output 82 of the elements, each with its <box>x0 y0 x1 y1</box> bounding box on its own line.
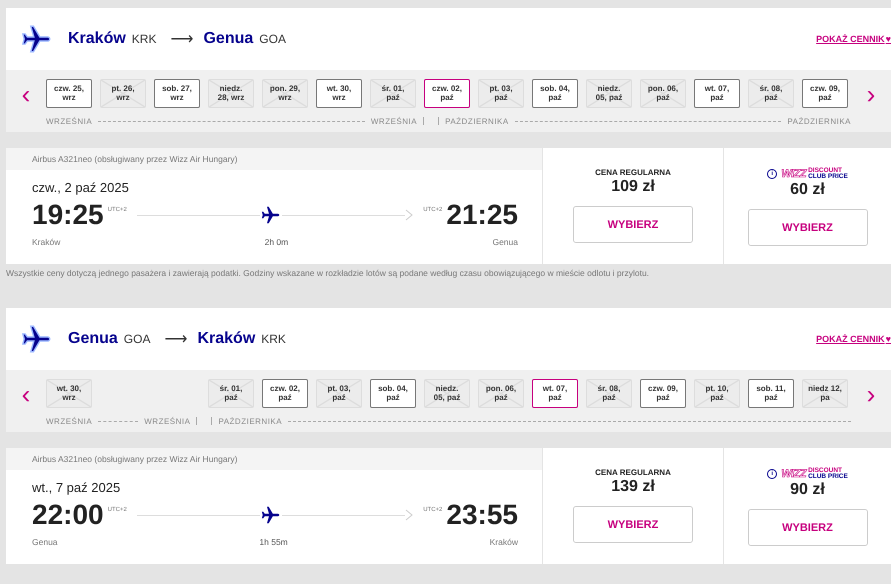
origin-city: Kraków <box>68 30 126 48</box>
date-tile[interactable]: pon. 29, wrz <box>262 79 308 108</box>
departure-city: Kraków <box>32 237 60 247</box>
date-tile[interactable]: niedz. 28, wrz <box>208 79 254 108</box>
destination-city: Kraków <box>197 330 256 348</box>
month-label: PAŹDZIERNIKA <box>218 416 282 426</box>
next-button[interactable]: › <box>851 380 891 406</box>
departure-city: Genua <box>32 537 58 547</box>
date-tile[interactable]: czw. 09, paź <box>802 79 848 108</box>
destination-city: Genua <box>203 30 254 48</box>
arrival-time: 23:55 <box>446 499 518 531</box>
date-tile[interactable]: sob. 27, wrz <box>154 79 200 108</box>
arrival-city: Genua <box>492 237 518 247</box>
date-tile[interactable]: wt. 30, wrz <box>316 79 362 108</box>
month-label: PAŹDZIERNIKA <box>445 116 509 126</box>
flight-date: czw., 2 paź 2025 <box>32 180 130 195</box>
date-tile[interactable]: pt. 03, paź <box>478 79 524 108</box>
aircraft-info: Airbus A321neo (obsługiwany przez Wizz Air Hungary) <box>6 148 542 170</box>
previous-button[interactable]: ‹ <box>6 80 46 106</box>
date-tile[interactable]: śr. 01, paź <box>370 79 416 108</box>
date-tile[interactable]: czw. 02, paź <box>262 379 308 408</box>
price-label: CENA REGULARNA <box>595 468 671 477</box>
date-tile[interactable]: śr. 01, paź <box>208 379 254 408</box>
flight-date: wt., 7 paź 2025 <box>32 480 122 495</box>
date-tile[interactable]: pt. 26, wrz <box>100 79 146 108</box>
club-price: 90 zł <box>790 481 825 500</box>
date-tile[interactable]: sob. 04, paź <box>370 379 416 408</box>
select-button[interactable]: WYBIERZ <box>748 209 868 246</box>
previous-button[interactable]: ‹ <box>6 380 46 406</box>
date-tile[interactable]: pt. 10, paź <box>694 379 740 408</box>
route-arrow: ⟶ <box>164 330 188 349</box>
airplane-icon <box>260 504 282 526</box>
select-button[interactable]: WYBIERZ <box>573 506 693 543</box>
date-tile[interactable]: pt. 03, paź <box>316 379 362 408</box>
regular-price: 109 zł <box>611 178 655 196</box>
wizz-logo: WIZZ <box>781 168 806 180</box>
date-tile[interactable]: sob. 11, paź <box>748 379 794 408</box>
heart-icon: ♥ <box>886 334 891 344</box>
arrival-city: Kraków <box>490 537 518 547</box>
month-label: WRZEŚNIA <box>144 416 190 426</box>
month-label: PAŹDZIERNIKA <box>787 116 851 126</box>
date-tile[interactable]: niedz 12, pa <box>802 379 848 408</box>
show-price-list-link[interactable]: POKAŻ CENNIK♥ <box>816 334 891 344</box>
date-tile[interactable]: sob. 04, paź <box>532 79 578 108</box>
select-button[interactable]: WYBIERZ <box>573 206 693 243</box>
price-label: CENA REGULARNA <box>595 168 671 177</box>
month-label: WRZEŚNIA <box>46 116 92 126</box>
date-tile[interactable]: pon. 06, paź <box>640 79 686 108</box>
flight-duration: 2h 0m <box>264 237 288 247</box>
date-tile[interactable]: czw. 09, paź <box>640 379 686 408</box>
regular-price: 139 zł <box>611 478 655 496</box>
date-tile[interactable]: czw. 02, paź <box>424 79 470 108</box>
arrival-time: 21:25 <box>446 199 518 231</box>
date-tile[interactable]: wt. 07, paź <box>694 79 740 108</box>
wizz-logo: WIZZ <box>781 468 806 480</box>
route-arrow: ⟶ <box>170 30 194 49</box>
origin-code: KRK <box>132 32 156 46</box>
airplane-icon <box>260 204 282 226</box>
price-note: Wszystkie ceny dotyczą jednego pasażera i zawierają podatki. Godziny wskazane w rozkładzie lotów są podane według czasu obowiązującego w mieście odlotu i przylotu. <box>6 268 650 278</box>
date-tile[interactable]: śr. 08, paź <box>748 79 794 108</box>
aircraft-info: Airbus A321neo (obsługiwany przez Wizz Air Hungary) <box>6 448 542 470</box>
month-label: WRZEŚNIA <box>46 416 92 426</box>
date-tile[interactable]: wt. 07, paź <box>532 379 578 408</box>
next-button[interactable]: › <box>851 80 891 106</box>
flight-duration: 1h 55m <box>259 537 288 547</box>
date-tile[interactable]: niedz. 05, paź <box>586 79 632 108</box>
date-tile[interactable]: czw. 25, wrz <box>46 79 92 108</box>
destination-code: KRK <box>261 332 286 346</box>
date-tile[interactable]: niedz. 05, paź <box>424 379 470 408</box>
destination-code: GOA <box>259 32 286 46</box>
month-label: WRZEŚNIA <box>370 116 418 126</box>
departure-time: 19:25 <box>32 199 104 231</box>
heart-icon: ♥ <box>886 34 891 44</box>
date-tile[interactable]: pon. 06, paź <box>478 379 524 408</box>
club-price: 60 zł <box>790 181 825 200</box>
show-price-list-link[interactable]: POKAŻ CENNIK♥ <box>816 34 891 44</box>
origin-code: GOA <box>124 332 150 346</box>
select-button[interactable]: WYBIERZ <box>748 509 868 546</box>
date-tile[interactable]: wt. 30, wrz <box>46 379 92 408</box>
date-tile[interactable]: śr. 08, paź <box>586 379 632 408</box>
departure-time: 22:00 <box>32 499 104 531</box>
origin-city: Genua <box>68 330 118 348</box>
